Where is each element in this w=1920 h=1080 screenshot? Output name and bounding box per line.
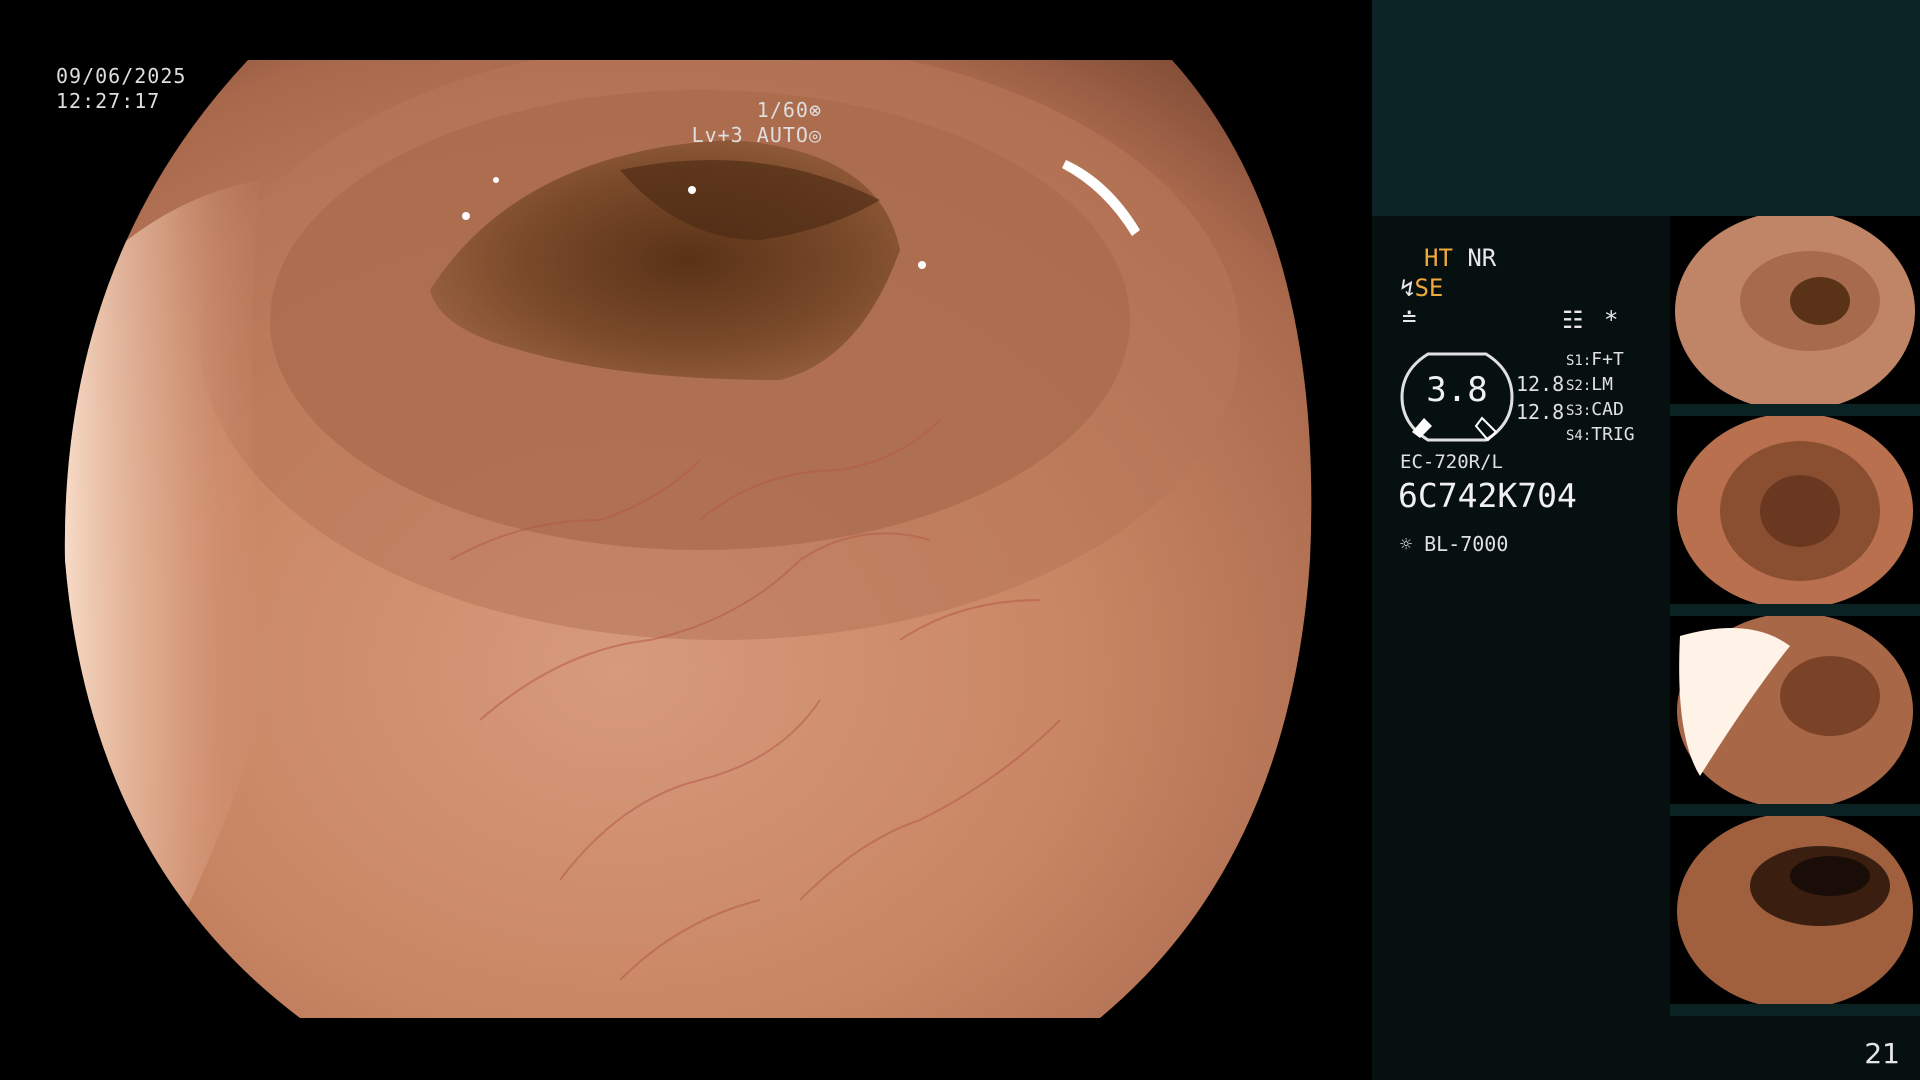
side-panel: HT NR ↯SE ≐ ☷ * 3.8 12.8 12.8 S1:F+T S2:… (1372, 0, 1920, 1080)
se-label: SE (1414, 274, 1444, 302)
date-time-readout: 09/06/2025 12:27:17 (56, 64, 186, 114)
switch-row: S4:TRIG (1566, 424, 1635, 445)
readout-top: 12.8 (1516, 372, 1565, 396)
side-panel-header-area (1372, 0, 1920, 216)
thumbnail-strip (1670, 216, 1920, 1016)
gauge-value: 3.8 (1426, 370, 1488, 410)
thumbnail[interactable] (1670, 616, 1920, 816)
readout-bottom: 12.8 (1516, 400, 1565, 424)
switch-row: S1:F+T (1566, 349, 1624, 370)
se-row: ↯SE (1400, 274, 1443, 302)
nr-label: NR (1467, 244, 1497, 272)
menu-icon: ☷ (1562, 306, 1584, 334)
light-source-row: ☼ BL-7000 (1400, 532, 1508, 556)
level-label: Lv+3 (691, 123, 744, 147)
switch-row: S2:LM (1566, 374, 1613, 395)
level-row: Lv+3 AUTO◎ (692, 123, 822, 148)
light-source-label: BL-7000 (1424, 532, 1509, 556)
shutter-label: 1/60 (756, 98, 809, 122)
exposure-readout: 1/60⊗ Lv+3 AUTO◎ (692, 98, 822, 148)
iris-icon: ◎ (808, 123, 822, 147)
switch-row: S3:CAD (1566, 399, 1624, 420)
iris-mode-label: AUTO (756, 123, 809, 147)
endoscope-main-view: 09/06/2025 12:27:17 1/60⊗ Lv+3 AUTO◎ (0, 0, 1372, 1080)
ht-label: HT (1424, 244, 1453, 272)
switch-list: S1:F+T S2:LM S3:CAD S4:TRIG (1566, 348, 1635, 448)
settings-row: ☷ * (1562, 306, 1618, 334)
asterisk-label: * (1603, 306, 1619, 334)
ht-nr-row: HT NR (1424, 244, 1496, 272)
thumbnail[interactable] (1670, 216, 1920, 416)
shutter-icon: ⊗ (808, 98, 822, 122)
page-number: 21 (1864, 1037, 1900, 1070)
scope-model: EC-720R/L (1400, 451, 1503, 473)
light-bulb-icon: ☼ (1400, 532, 1413, 556)
freeze-icon: ≐ (1402, 304, 1417, 332)
time-label: 12:27:17 (56, 89, 161, 113)
endoscope-image (64, 60, 1312, 1018)
readout-column: 12.8 12.8 (1516, 372, 1564, 424)
structure-enhance-icon: ↯ (1400, 274, 1415, 302)
date-label: 09/06/2025 (56, 64, 187, 88)
thumbnail[interactable] (1670, 416, 1920, 616)
scope-serial: 6C742K704 (1398, 476, 1577, 515)
shutter-row: 1/60⊗ (692, 98, 822, 123)
thumbnail[interactable] (1670, 816, 1920, 1016)
